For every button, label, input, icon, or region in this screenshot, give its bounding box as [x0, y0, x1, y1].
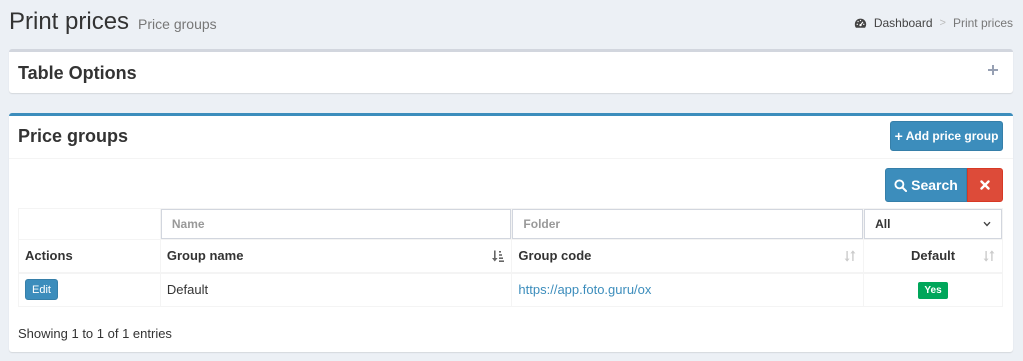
dashboard-icon [854, 18, 866, 28]
column-header-group-code[interactable]: Group code [511, 239, 865, 274]
table-options-title: Table Options [18, 63, 137, 83]
plus-icon[interactable] [987, 64, 999, 76]
name-filter-input[interactable] [160, 209, 512, 239]
breadcrumb-current: Print prices [952, 16, 1013, 30]
table-options-box: Table Options [9, 49, 1013, 93]
column-header-group-name-label: Group name [166, 248, 244, 264]
filter-cell-folder [511, 208, 865, 240]
breadcrumb: Dashboard > Print prices [854, 16, 1013, 30]
price-groups-box: Price groups + Add price group Search Na… [9, 113, 1013, 352]
filter-cell-default: All [863, 208, 1003, 240]
search-icon [894, 178, 908, 192]
cell-group-code: https://app.foto.guru/ox [511, 272, 865, 307]
filter-row: All [18, 208, 1003, 240]
folder-filter-input[interactable] [512, 209, 864, 239]
page-header: Print prices Price groups [9, 8, 217, 36]
column-header-default[interactable]: Default [863, 239, 1003, 274]
table-row: Edit Default https://app.foto.guru/ox Ye… [18, 272, 1003, 307]
table-header-row: Actions Group name Group code Default [18, 239, 1003, 274]
filter-cell-empty [18, 208, 161, 240]
column-header-default-label: Default [911, 248, 956, 264]
default-yes-badge: Yes [918, 281, 948, 299]
sort-icon [983, 250, 995, 262]
sort-asc-icon [492, 250, 505, 262]
search-button-label: Search [911, 177, 958, 193]
breadcrumb-separator: > [939, 17, 946, 29]
price-groups-table: All Actions Group name [18, 208, 1003, 307]
clear-search-button[interactable] [967, 168, 1003, 202]
column-header-actions: Actions [18, 239, 161, 274]
breadcrumb-dashboard-link[interactable]: Dashboard [874, 16, 933, 30]
divider [9, 158, 1013, 159]
group-code-link[interactable]: https://app.foto.guru/ox [518, 282, 651, 297]
price-groups-title: Price groups [18, 126, 129, 146]
cell-group-name: Default [159, 272, 513, 307]
add-price-group-button[interactable]: + Add price group [890, 121, 1003, 151]
plus-icon: + [894, 128, 903, 144]
page-title: Print prices [9, 8, 130, 35]
entries-info: Showing 1 to 1 of 1 entries [18, 326, 172, 341]
times-icon [980, 180, 990, 190]
filter-cell-name [159, 208, 513, 240]
sort-icon [844, 250, 856, 262]
add-price-group-label: Add price group [905, 129, 999, 143]
default-filter-select[interactable]: All [864, 209, 1002, 239]
edit-button[interactable]: Edit [25, 279, 58, 301]
cell-default: Yes [863, 272, 1003, 307]
default-filter-value: All [875, 217, 891, 231]
column-header-group-name[interactable]: Group name [159, 239, 513, 274]
chevron-down-icon [983, 221, 991, 227]
page-subtitle: Price groups [138, 16, 217, 32]
column-header-group-code-label: Group code [518, 248, 592, 264]
search-button[interactable]: Search [885, 168, 967, 202]
cell-actions: Edit [18, 272, 161, 307]
